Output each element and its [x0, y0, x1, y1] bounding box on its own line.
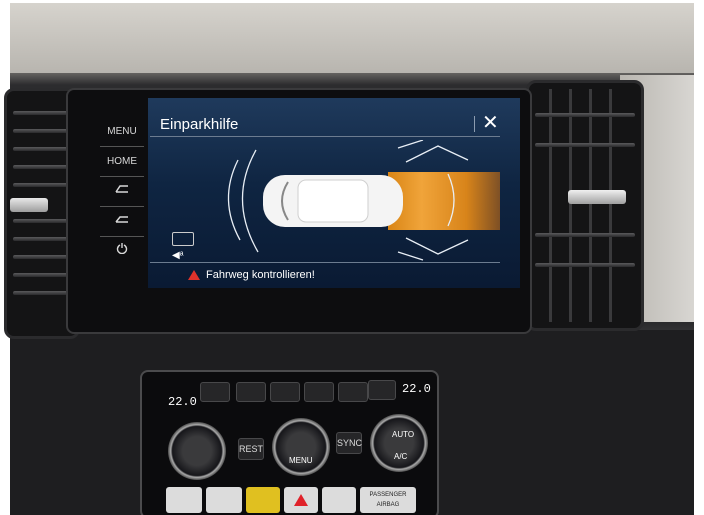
sensor-off-icon[interactable] — [172, 232, 194, 246]
park-assist-button[interactable] — [206, 487, 242, 513]
right-air-vent[interactable] — [526, 80, 644, 331]
front-sensor-arc-2 — [241, 149, 259, 253]
menu-button[interactable]: MENU — [92, 120, 152, 144]
car-dashboard-photo: MENU HOME Einparkhilfe ✕ ◀ᵃ Fahrweg kont… — [0, 0, 704, 515]
rear-sensor-arc — [447, 173, 455, 227]
left-temperature-dial[interactable] — [168, 422, 226, 480]
right-vent-knob[interactable] — [568, 190, 626, 204]
footer-divider — [150, 262, 500, 263]
park-assist-rear-icon[interactable] — [92, 210, 152, 234]
park-distance-graphic — [227, 140, 469, 261]
warning-icon — [188, 270, 200, 280]
left-temperature: 22.0 — [168, 395, 197, 409]
home-button[interactable]: HOME — [92, 150, 152, 174]
rear-sensor-bottom — [405, 237, 469, 255]
airflow-button[interactable] — [270, 382, 300, 402]
dashboard-top-trim — [10, 3, 694, 73]
defrost-button[interactable] — [304, 382, 334, 402]
left-vent-knob[interactable] — [10, 198, 48, 212]
lock-button[interactable] — [322, 487, 356, 513]
auto-label: AUTO — [392, 430, 415, 439]
passenger-airbag-indicator: PASSENGER AIRBAG — [360, 487, 416, 513]
close-icon[interactable]: ✕ — [482, 113, 499, 133]
right-temperature: 22.0 — [402, 382, 431, 396]
recirculation-button[interactable] — [338, 382, 368, 402]
rest-button[interactable]: REST — [238, 438, 264, 460]
sound-icon[interactable]: ◀ᵃ — [172, 250, 192, 261]
ac-label: A/C — [394, 452, 408, 461]
menu-dial-label: MENU — [289, 456, 313, 465]
hazard-button[interactable] — [284, 487, 318, 513]
right-temperature-dial[interactable] — [370, 414, 428, 472]
car-top-view — [263, 175, 403, 227]
drive-mode-button[interactable] — [166, 487, 202, 513]
seat-heat-right-button[interactable] — [368, 380, 396, 400]
warning-text: Fahrweg kontrollieren! — [206, 269, 315, 281]
park-assist-front-icon[interactable] — [92, 180, 152, 204]
fan-button[interactable] — [236, 382, 266, 402]
seat-heat-left-button[interactable] — [200, 382, 230, 402]
screen-title: Einparkhilfe — [160, 116, 239, 133]
power-icon[interactable] — [92, 240, 152, 264]
rear-sensor-top — [405, 145, 469, 163]
title-separator — [474, 116, 475, 132]
center-menu-dial[interactable] — [272, 418, 330, 476]
title-divider — [150, 136, 500, 137]
park-assist-active-button[interactable] — [246, 487, 280, 513]
front-sensor-arc-1 — [227, 159, 241, 241]
sync-button[interactable]: SYNC — [336, 432, 362, 454]
